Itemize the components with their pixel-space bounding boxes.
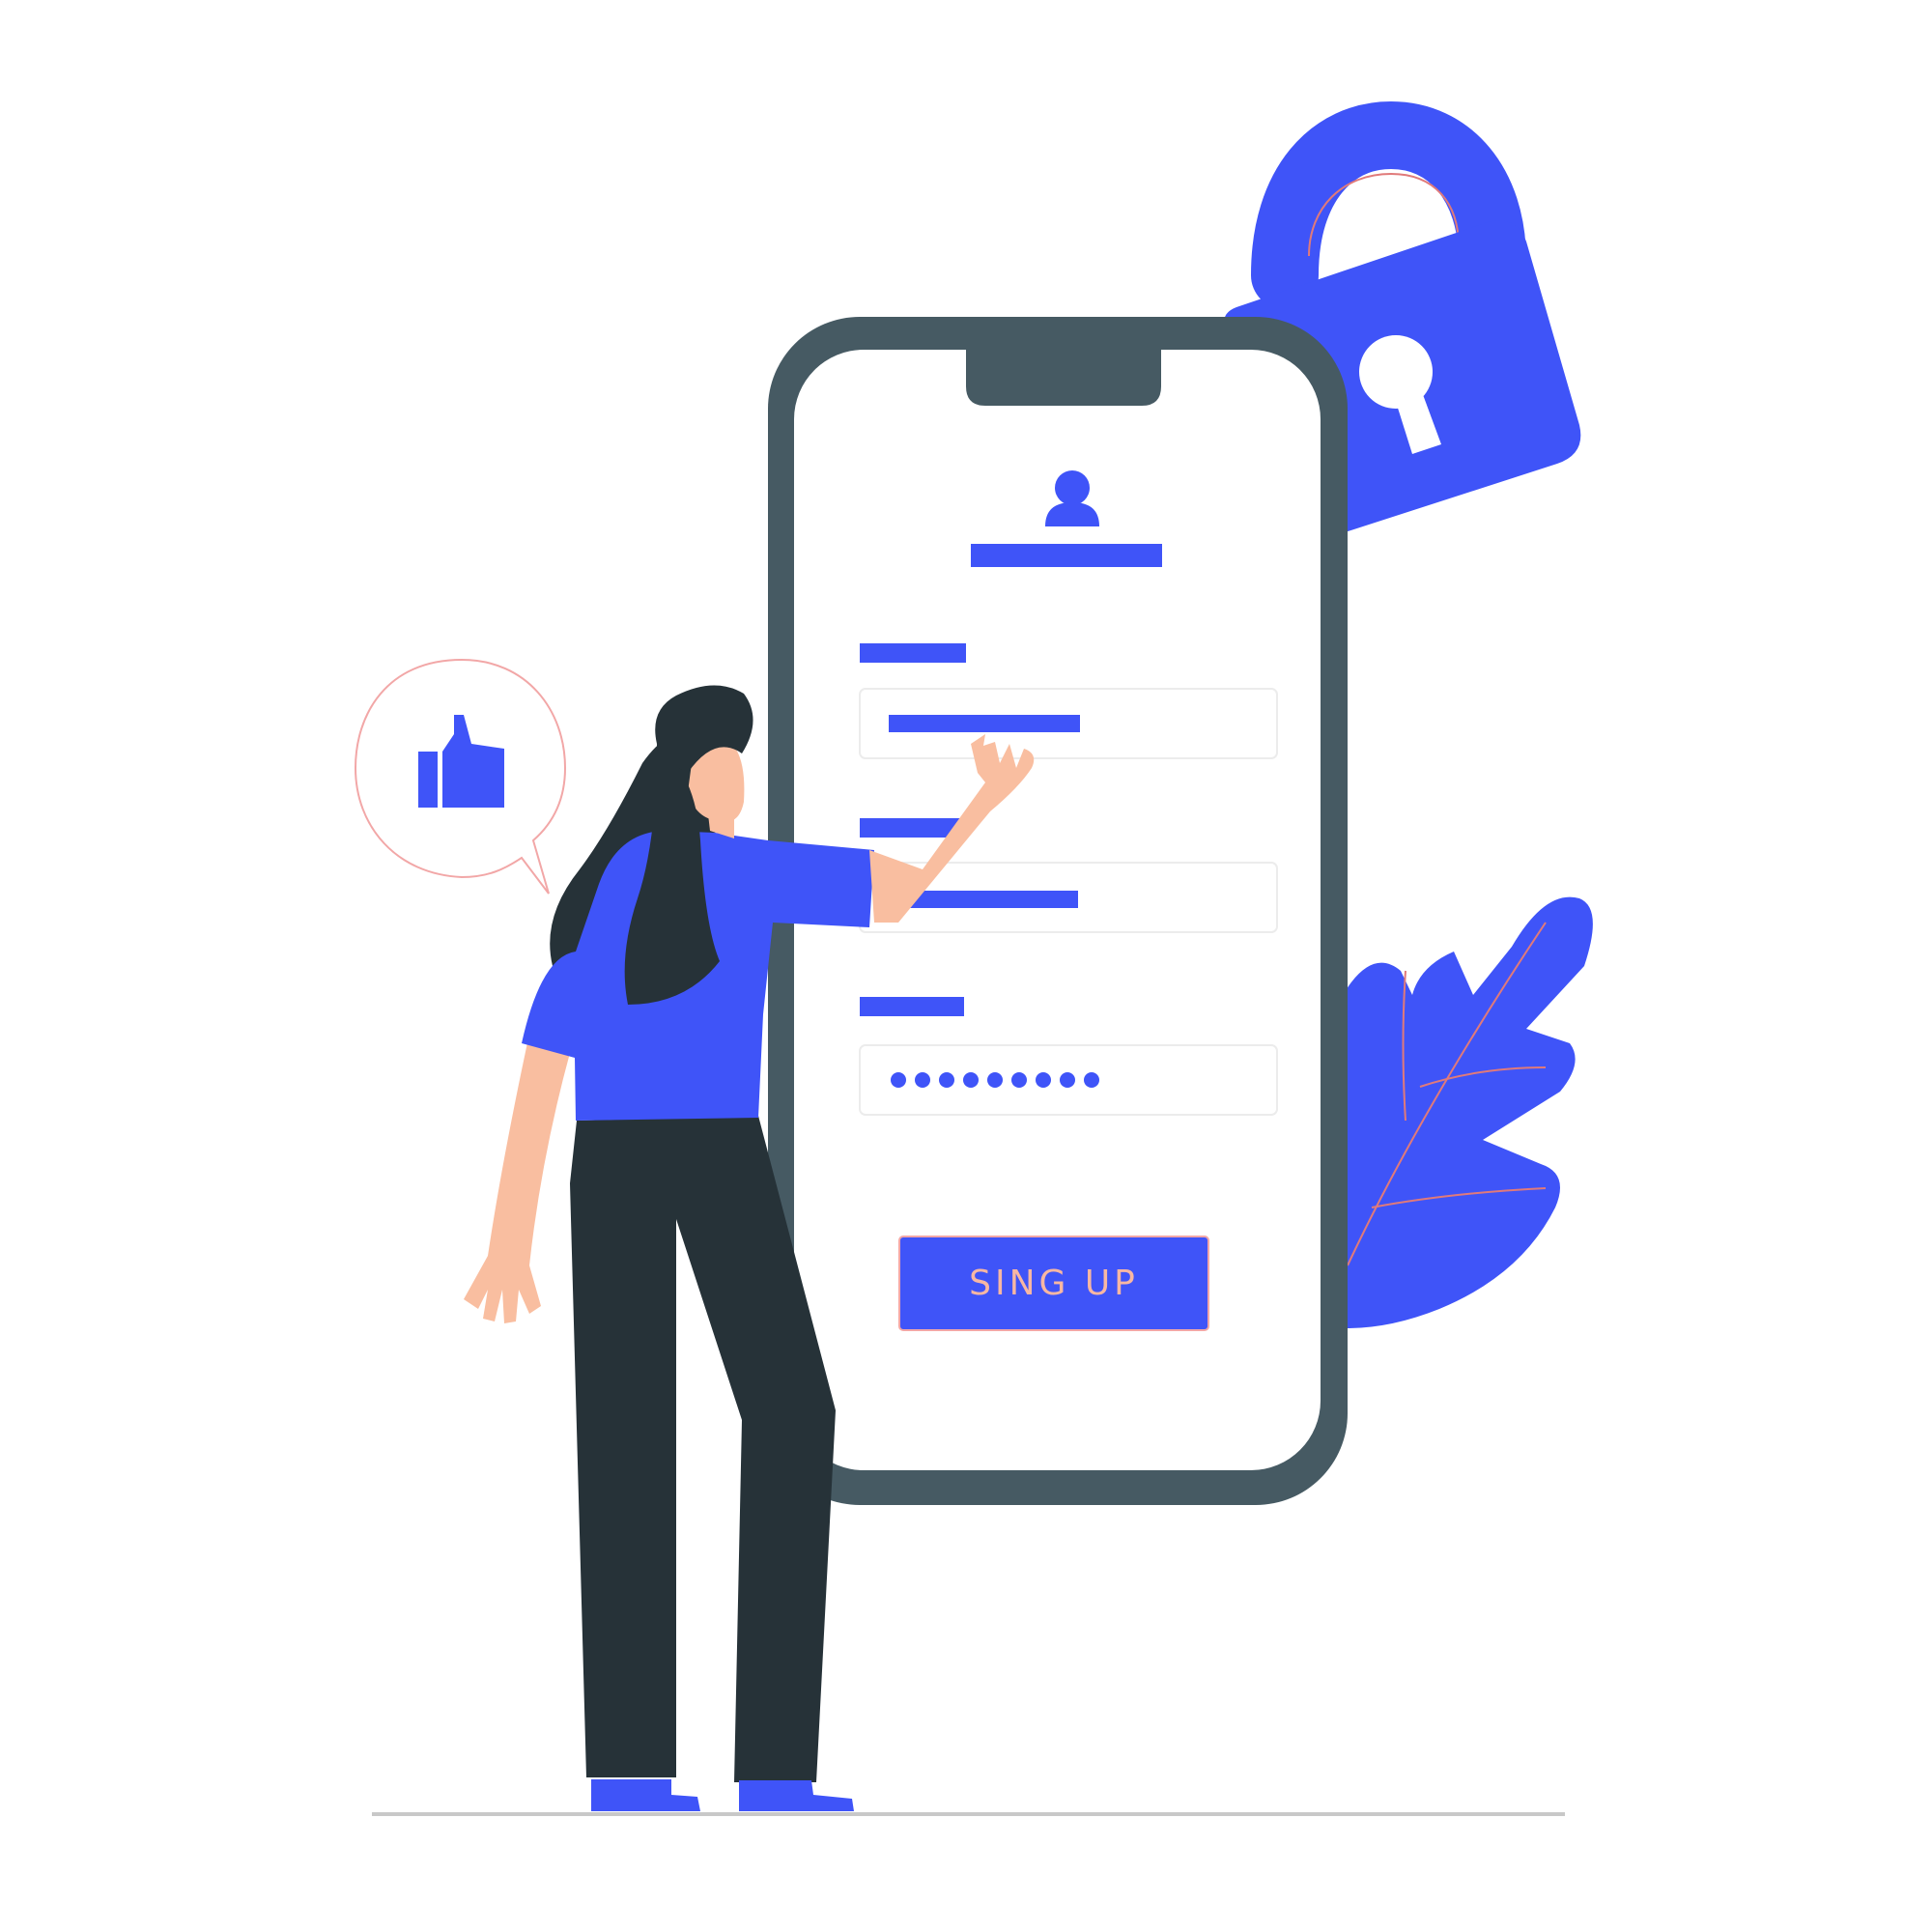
form-title-placeholder: [971, 544, 1162, 567]
password-dot: [963, 1072, 979, 1088]
right-shoe: [739, 1780, 854, 1811]
field-label-placeholder: [860, 997, 964, 1016]
signup-button[interactable]: SING UP: [898, 1236, 1209, 1331]
signup-illustration: SING UP: [0, 0, 1932, 1932]
signup-button-label: SING UP: [969, 1264, 1139, 1303]
phone-notch: [966, 348, 1161, 406]
left-shoe: [591, 1779, 700, 1811]
password-dot: [987, 1072, 1003, 1088]
speech-bubble: [354, 658, 567, 895]
password-dot: [1060, 1072, 1075, 1088]
password-dot: [891, 1072, 906, 1088]
text-input-1-value-placeholder: [889, 715, 1080, 732]
password-dot: [939, 1072, 954, 1088]
password-dot: [915, 1072, 930, 1088]
password-mask-dots: [891, 1072, 1099, 1088]
password-dot: [1036, 1072, 1051, 1088]
password-dot: [1011, 1072, 1027, 1088]
illustration-canvas: SING UP: [354, 100, 1593, 1816]
left-arm: [464, 1034, 570, 1323]
leaf-icon: [1343, 896, 1593, 1328]
password-dot: [1084, 1072, 1099, 1088]
field-label-placeholder: [860, 643, 966, 663]
